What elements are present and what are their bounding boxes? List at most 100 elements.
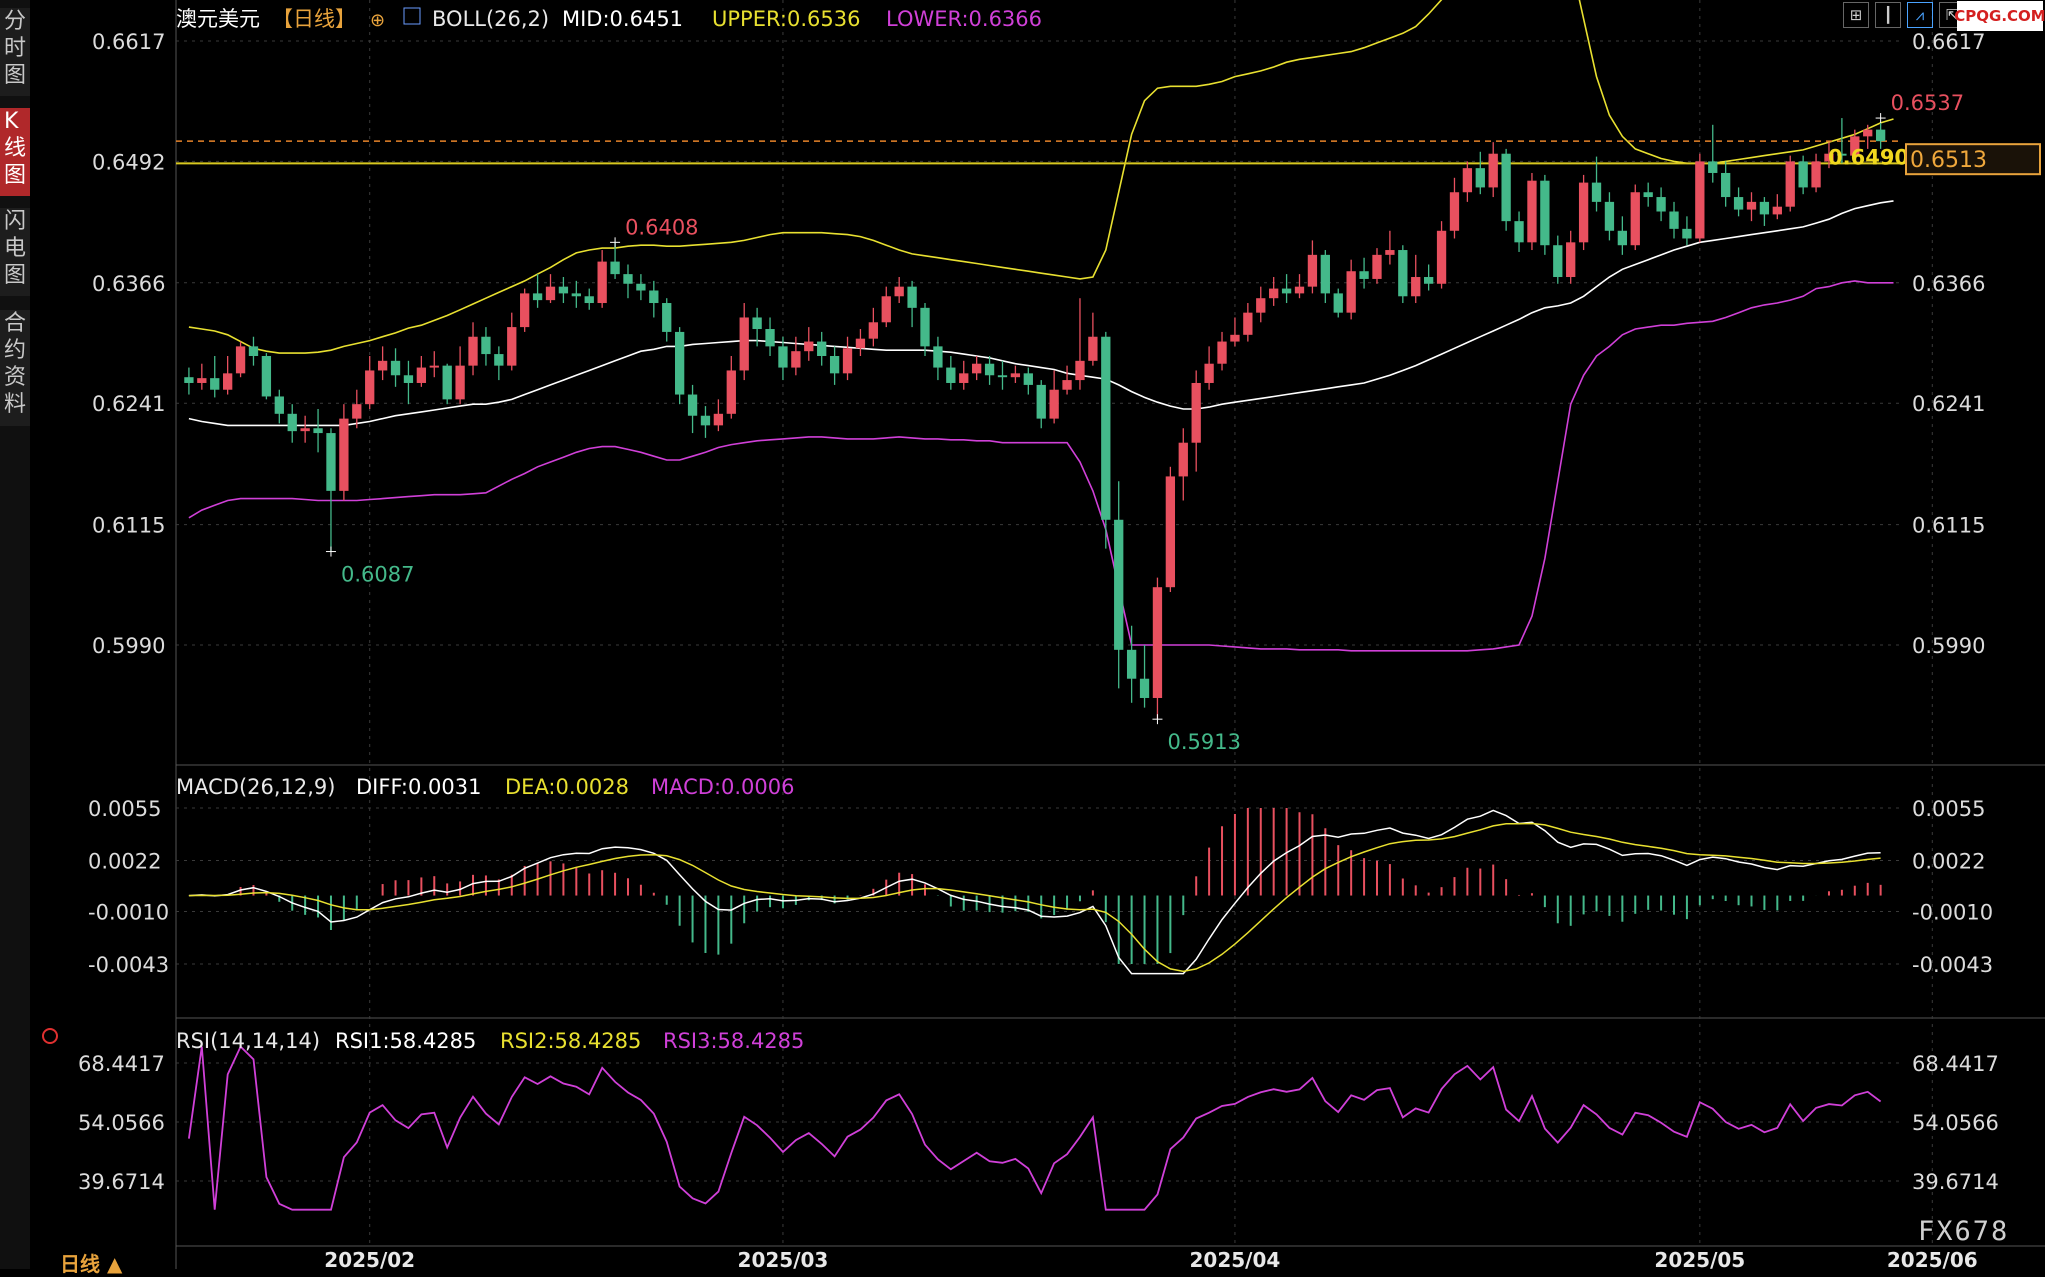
rsi2-label: RSI2:58.4285	[500, 1029, 641, 1053]
boll-name: BOLL(26,2)	[432, 7, 549, 31]
high-annotation-1: 0.6408	[625, 215, 698, 239]
candle-body	[429, 365, 439, 368]
macd-tick-left: -0.0043	[88, 953, 169, 977]
candle-body	[817, 341, 827, 357]
candle-body	[765, 329, 775, 347]
candle-body	[571, 293, 581, 297]
current-price-label: 0.6513	[1910, 148, 1987, 173]
candle-body	[687, 394, 698, 416]
candle-body	[352, 404, 362, 419]
candle-body	[584, 296, 594, 304]
price-tick-left: 0.5990	[92, 634, 165, 658]
candle-body	[1269, 288, 1279, 299]
candle-body	[558, 286, 569, 294]
indicator-icon[interactable]	[403, 7, 421, 25]
candle-body	[545, 286, 556, 301]
candle-body	[1152, 587, 1163, 698]
period-selector[interactable]: 日线 ▲	[60, 1248, 122, 1277]
candle-body	[946, 367, 956, 383]
chart-canvas[interactable]: 0.66170.66170.64920.64920.63660.63660.62…	[0, 0, 2045, 1269]
boll-lower: LOWER:0.6366	[886, 7, 1042, 31]
candle-body	[1643, 192, 1653, 198]
price-tick-left: 0.6115	[92, 514, 165, 538]
candle-body	[1411, 277, 1421, 297]
candle-body	[1875, 129, 1886, 142]
candle-body	[507, 327, 517, 366]
candle-body	[1540, 180, 1550, 246]
candle-body	[223, 373, 233, 390]
candle-body	[520, 293, 530, 328]
candle-body	[1320, 254, 1330, 294]
candle-body	[1746, 201, 1757, 210]
candle-body	[365, 370, 375, 405]
candle-body	[649, 290, 659, 304]
candlesticks	[184, 118, 1886, 720]
candle-body	[894, 286, 904, 297]
macd-diff-label: DIFF:0.0031	[356, 775, 481, 799]
line-chart-icon[interactable]: ⩘	[1907, 2, 1933, 28]
candle-body	[1023, 373, 1033, 385]
macd-tick-left: 0.0055	[88, 797, 161, 821]
candle-body	[235, 346, 246, 374]
reference-price-label: 0.6490	[1828, 145, 1909, 169]
rsi-panel	[176, 1045, 1900, 1211]
macd-title: MACD(26,12,9)	[176, 775, 336, 799]
date-tick-label: 2025/02	[324, 1248, 415, 1269]
candle-body	[855, 338, 866, 349]
candle-body	[1772, 206, 1782, 215]
candle-body	[972, 363, 982, 374]
rsi-tick-left: 54.0566	[78, 1111, 165, 1135]
candle-body	[868, 322, 878, 339]
candle-body	[804, 341, 814, 352]
candle-body	[610, 261, 620, 275]
date-tick-label: 2025/05	[1654, 1248, 1745, 1269]
add-icon[interactable]: ⊕	[370, 10, 385, 31]
candle-body	[662, 303, 672, 332]
candle-body	[1449, 192, 1460, 231]
candle-body	[274, 396, 284, 414]
macd-tick-right: -0.0010	[1912, 900, 1993, 924]
candle-body	[1514, 221, 1524, 243]
candle-body	[752, 317, 762, 330]
candle-body	[1243, 312, 1253, 335]
candle-body	[1785, 161, 1795, 207]
candle-body	[248, 346, 259, 357]
candle-body	[1398, 250, 1408, 297]
candle-body	[1578, 182, 1589, 243]
price-tick-left: 0.6617	[92, 30, 165, 54]
candle-body	[933, 346, 943, 368]
candle-body	[997, 375, 1008, 378]
candle-body	[1604, 201, 1615, 231]
boll-lower-line	[188, 280, 1894, 652]
date-tick-label: 2025/06	[1887, 1248, 1978, 1269]
candle-body	[1462, 168, 1473, 193]
candle-body	[1708, 161, 1718, 173]
layout-icon[interactable]: ⊞	[1843, 2, 1869, 28]
candle-body	[1346, 271, 1356, 313]
candle-body	[300, 428, 310, 432]
rsi-tick-right: 68.4417	[1912, 1052, 1999, 1076]
candles-icon[interactable]: ┃	[1875, 2, 1901, 28]
site-logo: CPQG.COM	[1954, 1, 2045, 31]
rsi-title: RSI(14,14,14)	[176, 1029, 320, 1053]
candle-body	[326, 433, 336, 491]
candle-body	[920, 307, 930, 347]
candle-body	[1010, 373, 1021, 378]
settings-icon[interactable]	[42, 1028, 58, 1044]
candle-body	[416, 367, 427, 383]
candle-body	[1217, 341, 1227, 364]
bollinger-bands	[176, 0, 1900, 652]
candle-body	[197, 378, 207, 383]
candle-body	[713, 413, 724, 426]
candle-body	[1591, 182, 1602, 202]
price-tick-right: 0.6366	[1912, 272, 1985, 296]
macd-dea-line	[188, 822, 1881, 973]
candle-body	[481, 336, 491, 355]
candle-body	[455, 365, 465, 400]
high-annotation-2: 0.6537	[1891, 91, 1964, 115]
candle-body	[1256, 298, 1266, 313]
candle-body	[597, 261, 607, 304]
price-tick-left: 0.6366	[92, 272, 165, 296]
chart-toolbar: ⊞ ┃ ⩘ ⇱	[1843, 2, 1965, 28]
candle-body	[1281, 288, 1292, 294]
